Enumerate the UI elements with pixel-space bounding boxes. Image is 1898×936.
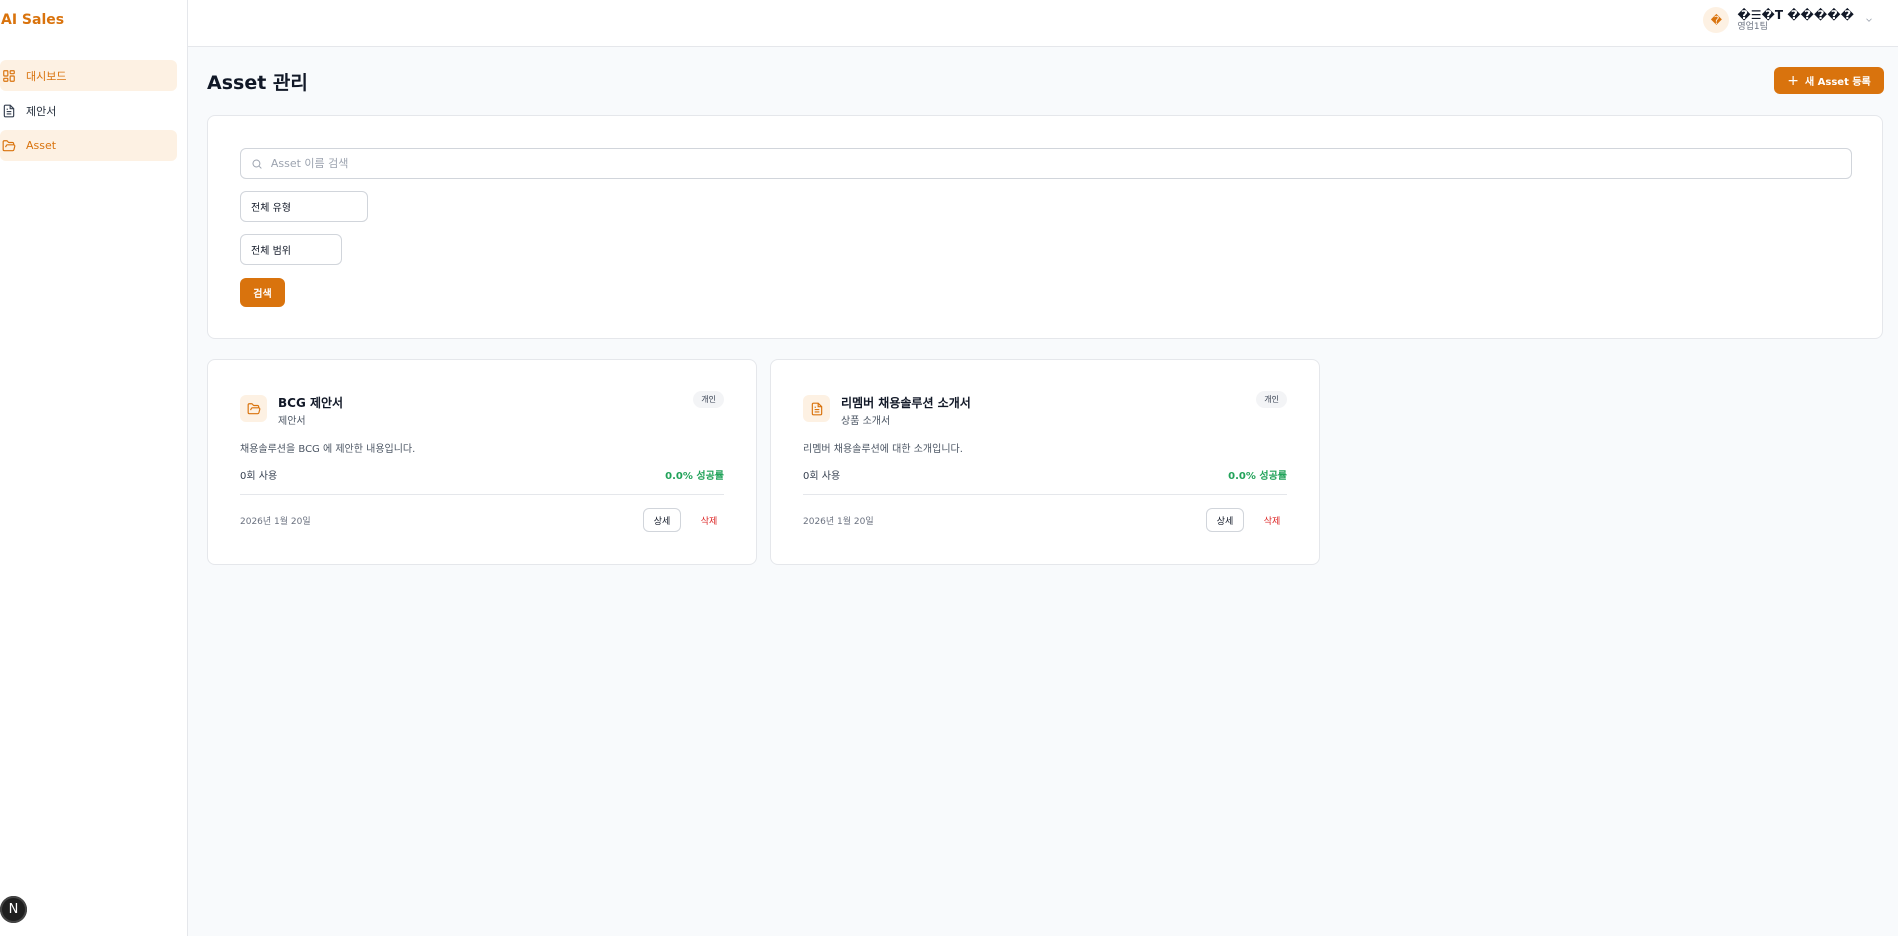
scope-badge: 개인 — [693, 391, 724, 408]
asset-title: 리멤버 채용솔루션 소개서 — [841, 396, 971, 410]
sidebar-item-label: 제안서 — [26, 104, 57, 118]
search-icon — [252, 159, 262, 169]
asset-date: 2026년 1월 20일 — [240, 517, 311, 527]
brand-logo[interactable]: AI Sales — [1, 12, 64, 28]
new-asset-button[interactable]: + 새 Asset 등록 — [1774, 67, 1884, 94]
sidebar: AI Sales 대시보드 제안서 Asset N — [0, 0, 188, 936]
user-team: 영업1팀 — [1737, 21, 1768, 32]
divider — [240, 494, 724, 495]
filter-panel: 전체 유형 전체 범위 검색 — [207, 115, 1883, 339]
sidebar-item-label: Asset — [26, 139, 57, 152]
divider — [803, 494, 1287, 495]
asset-type: 제안서 — [278, 416, 306, 427]
asset-date: 2026년 1월 20일 — [803, 517, 874, 527]
detail-button[interactable]: 상세 — [643, 508, 681, 532]
new-asset-button-label: 새 Asset 등록 — [1804, 77, 1871, 88]
user-name: �☰�T ����� — [1737, 7, 1854, 22]
sidebar-item-asset[interactable]: Asset — [0, 130, 177, 161]
folder-icon — [2, 139, 16, 153]
search-input[interactable] — [270, 157, 1851, 170]
usage-count: 0회 사용 — [803, 471, 841, 482]
asset-description: 채용솔루션을 BCG 에 제안한 내용입니다. — [240, 444, 416, 455]
asset-card[interactable]: 리멤버 채용솔루션 소개서 상품 소개서 개인 리멤버 채용솔루션에 대한 소개… — [770, 359, 1320, 565]
plus-icon: + — [1787, 72, 1799, 89]
dashboard-icon — [2, 69, 16, 83]
sidebar-nav: 대시보드 제안서 Asset — [0, 60, 177, 165]
success-rate: 0.0% 성공률 — [1228, 471, 1287, 482]
document-icon — [803, 395, 830, 422]
search-field[interactable] — [240, 148, 1852, 179]
scope-select[interactable]: 전체 범위 — [240, 234, 342, 265]
success-rate: 0.0% 성공률 — [665, 471, 724, 482]
user-menu[interactable]: � �☰�T ����� 영업1팀 — [1703, 7, 1874, 33]
folder-icon — [240, 395, 267, 422]
type-select[interactable]: 전체 유형 — [240, 191, 368, 222]
delete-button[interactable]: 삭제 — [694, 508, 724, 532]
next-dev-badge[interactable]: N — [0, 896, 27, 923]
asset-card[interactable]: BCG 제안서 제안서 개인 채용솔루션을 BCG 에 제안한 내용입니다. 0… — [207, 359, 757, 565]
avatar: � — [1703, 7, 1730, 33]
chevron-down-icon — [1866, 18, 1872, 22]
usage-count: 0회 사용 — [240, 471, 278, 482]
asset-title: BCG 제안서 — [278, 396, 344, 410]
asset-description: 리멤버 채용솔루션에 대한 소개입니다. — [803, 444, 963, 455]
search-button[interactable]: 검색 — [240, 278, 285, 307]
delete-button[interactable]: 삭제 — [1257, 508, 1287, 532]
document-icon — [2, 104, 16, 118]
top-header: � �☰�T ����� 영업1팀 — [188, 0, 1898, 47]
detail-button[interactable]: 상세 — [1206, 508, 1244, 532]
sidebar-item-proposals[interactable]: 제안서 — [0, 95, 177, 126]
scope-badge: 개인 — [1256, 391, 1287, 408]
sidebar-item-dashboard[interactable]: 대시보드 — [0, 60, 177, 91]
page-title: Asset 관리 — [207, 72, 308, 94]
sidebar-item-label: 대시보드 — [26, 69, 67, 83]
asset-type: 상품 소개서 — [841, 416, 891, 427]
